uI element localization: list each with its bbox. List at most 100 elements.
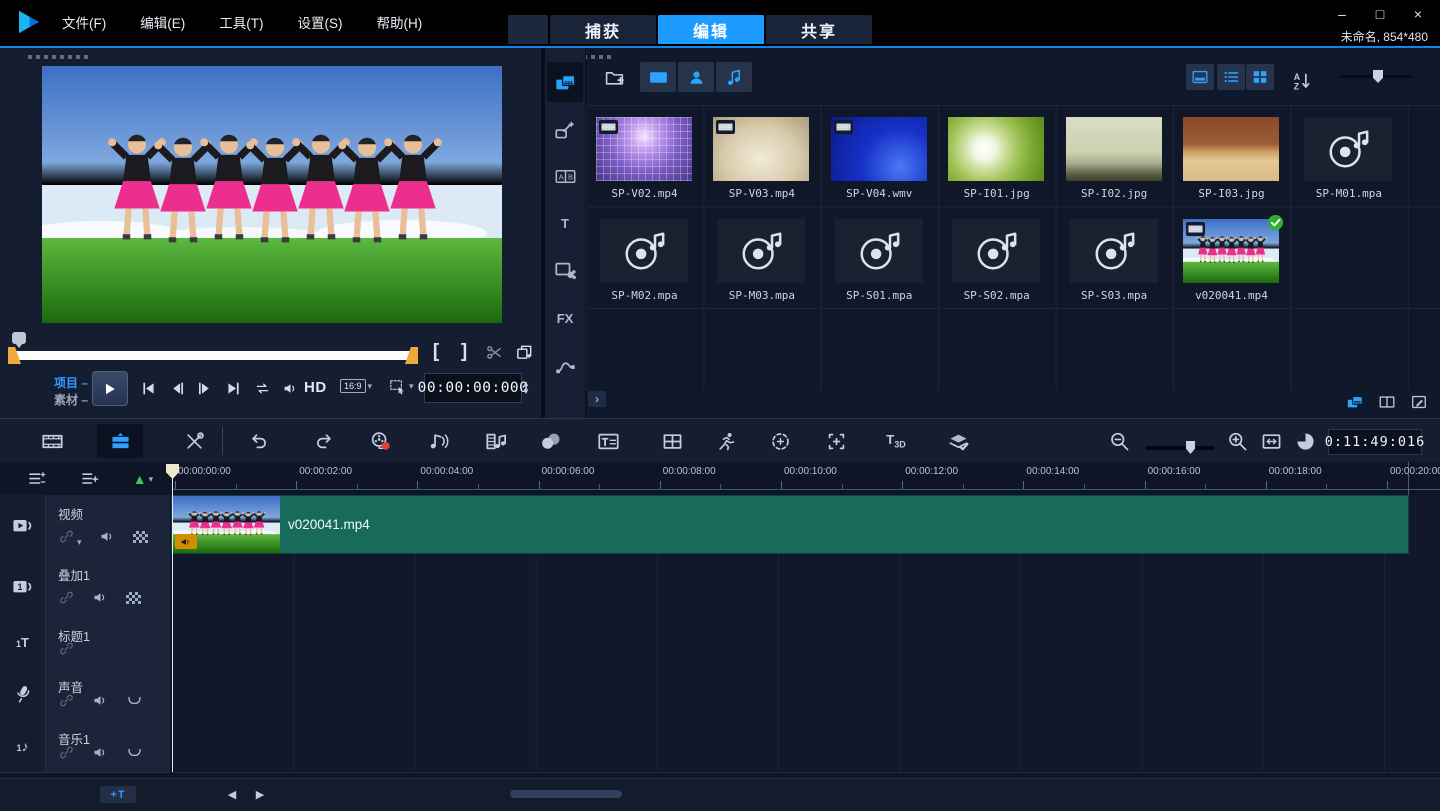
- panel-drag-handle[interactable]: [28, 55, 90, 59]
- track-motion-button[interactable]: [818, 426, 854, 456]
- tab-0[interactable]: 捕获: [550, 15, 656, 44]
- mask-creator-button[interactable]: [940, 426, 976, 456]
- library-item[interactable]: SP-V02.mp4: [586, 105, 703, 206]
- swap-track-button[interactable]: +T: [100, 786, 136, 803]
- track-link-button[interactable]: [58, 744, 75, 764]
- customize-motion-button[interactable]: [762, 426, 798, 456]
- track-mute-button[interactable]: [92, 744, 109, 764]
- track-type-button[interactable]: 1T: [0, 617, 46, 668]
- menu-item-4[interactable]: 帮助(H): [377, 12, 423, 32]
- track-content-title[interactable]: [172, 617, 1440, 669]
- track-mute-button[interactable]: [99, 528, 116, 548]
- track-link-button[interactable]: [58, 640, 75, 660]
- split-clip-button[interactable]: [482, 340, 506, 364]
- project-mode-button[interactable]: 项目 –: [28, 374, 88, 391]
- library-item[interactable]: SP-S02.mpa: [938, 207, 1055, 308]
- clip-mode-button[interactable]: 素材 –: [28, 391, 88, 408]
- minimize-button[interactable]: –: [1334, 6, 1350, 22]
- redo-button[interactable]: [306, 426, 342, 456]
- mark-out-button[interactable]: ]: [452, 340, 476, 364]
- add-remove-track-button[interactable]: [75, 467, 105, 491]
- track-link-button[interactable]: [58, 692, 75, 712]
- system-volume-button[interactable]: [278, 378, 302, 398]
- grid-view-button[interactable]: [1246, 64, 1274, 90]
- track-type-button[interactable]: [0, 668, 46, 720]
- scroll-right-button[interactable]: ▶: [250, 785, 270, 803]
- track-content-voice[interactable]: [172, 668, 1440, 721]
- audio-ducking-button[interactable]: [126, 692, 143, 712]
- go-to-end-button[interactable]: [221, 378, 245, 398]
- track-manager-button[interactable]: [22, 467, 52, 491]
- timeline-view-button[interactable]: [97, 424, 143, 458]
- 3d-title-editor-button[interactable]: T3D: [878, 426, 914, 456]
- sidebar-item-transition[interactable]: AB: [547, 156, 583, 196]
- sort-button[interactable]: AZ: [1291, 66, 1313, 96]
- library-item[interactable]: SP-M03.mpa: [703, 207, 820, 308]
- menu-item-2[interactable]: 工具(T): [219, 12, 263, 32]
- project-duration-timecode[interactable]: 0:11:49:016: [1328, 429, 1422, 455]
- track-type-button[interactable]: 1: [0, 556, 46, 617]
- library-item[interactable]: SP-V03.mp4: [703, 105, 820, 206]
- sound-mixer-button[interactable]: [420, 426, 456, 456]
- library-item[interactable]: SP-I02.jpg: [1056, 105, 1173, 206]
- zoom-in-button[interactable]: [1222, 426, 1252, 456]
- filter-video-filter-button[interactable]: [640, 62, 676, 92]
- track-link-button[interactable]: ▾: [58, 528, 82, 548]
- fit-project-button[interactable]: [1256, 426, 1286, 456]
- track-transparency-button[interactable]: [133, 531, 148, 546]
- library-item[interactable]: SP-V04.wmv: [821, 105, 938, 206]
- go-to-start-button[interactable]: [136, 378, 160, 398]
- sidebar-item-filter[interactable]: FX: [547, 298, 583, 338]
- dual-pane-view-button[interactable]: [1375, 393, 1399, 411]
- library-panel-view-button[interactable]: [1343, 393, 1367, 411]
- menu-item-1[interactable]: 编辑(E): [140, 12, 185, 32]
- add-folder-button[interactable]: [597, 62, 631, 92]
- ripple-edit-button[interactable]: ▲▾: [128, 467, 158, 491]
- thumbnail-zoom-slider[interactable]: [1339, 75, 1413, 78]
- expand-library-button[interactable]: ›: [588, 391, 606, 407]
- library-item[interactable]: SP-S03.mpa: [1056, 207, 1173, 308]
- selection-tool-button[interactable]: ▾: [388, 377, 414, 396]
- home-button[interactable]: [508, 15, 548, 44]
- sidebar-item-motion-path[interactable]: [547, 345, 583, 385]
- audio-ducking-button[interactable]: [126, 744, 143, 764]
- sidebar-item-graphic[interactable]: [547, 250, 583, 290]
- maximize-button[interactable]: □: [1372, 6, 1388, 22]
- record-capture-button[interactable]: [362, 426, 398, 456]
- menu-item-3[interactable]: 设置(S): [298, 12, 343, 32]
- library-item[interactable]: SP-S01.mpa: [821, 207, 938, 308]
- track-type-button[interactable]: 1♪: [0, 720, 46, 772]
- track-content-video[interactable]: v020041.mp4: [172, 495, 1440, 557]
- library-item[interactable]: v020041.mp4: [1173, 207, 1290, 308]
- motion-tracking-button[interactable]: [708, 426, 744, 456]
- track-type-button[interactable]: [0, 495, 46, 556]
- track-mute-button[interactable]: [92, 589, 109, 609]
- track-link-button[interactable]: [58, 589, 75, 609]
- enlarge-preview-button[interactable]: [512, 340, 536, 364]
- timeline-clip[interactable]: v020041.mp4: [172, 496, 1408, 553]
- sidebar-item-instant-project[interactable]: [547, 109, 583, 149]
- timeline-ruler[interactable]: 00:00:00:0000:00:02:0000:00:04:0000:00:0…: [172, 462, 1440, 495]
- split-screen-template-button[interactable]: [654, 426, 690, 456]
- scrubber-bar[interactable]: [14, 351, 412, 360]
- zoom-out-button[interactable]: [1104, 426, 1134, 456]
- preview-pane-toggle[interactable]: [1186, 64, 1214, 90]
- track-mute-button[interactable]: [92, 692, 109, 712]
- aspect-ratio-button[interactable]: 16:9 ▾: [340, 379, 372, 393]
- library-item[interactable]: SP-M02.mpa: [586, 207, 703, 308]
- auto-music-button[interactable]: [532, 426, 568, 456]
- previous-frame-button[interactable]: [165, 378, 189, 398]
- scroll-left-button[interactable]: ◀: [222, 785, 242, 803]
- tools-button[interactable]: [176, 426, 212, 456]
- undo-button[interactable]: [240, 426, 276, 456]
- library-item[interactable]: SP-M01.mpa: [1290, 105, 1407, 206]
- project-duration-button[interactable]: [1290, 426, 1320, 456]
- timeline-zoom-slider[interactable]: [1146, 446, 1214, 450]
- audio-filter-button[interactable]: [478, 426, 514, 456]
- preview-timecode[interactable]: 00:00:00:000: [424, 373, 522, 403]
- library-item[interactable]: SP-I03.jpg: [1173, 105, 1290, 206]
- mark-in-button[interactable]: [: [424, 340, 448, 364]
- library-item[interactable]: SP-I01.jpg: [938, 105, 1055, 206]
- slider-thumb[interactable]: [1186, 441, 1195, 454]
- play-button[interactable]: [92, 371, 128, 406]
